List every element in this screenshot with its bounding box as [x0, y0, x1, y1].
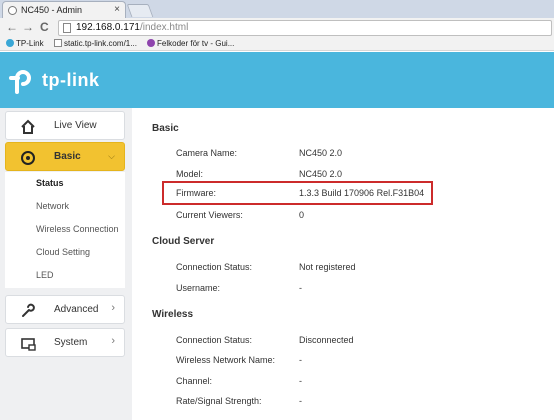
current-viewers-label: Current Viewers:: [176, 210, 243, 220]
current-viewers-value: 0: [299, 210, 305, 220]
sidebar-item-label: Advanced: [54, 304, 99, 315]
section-title-cloud-server: Cloud Server: [152, 236, 215, 247]
browser-tab[interactable]: NC450 - Admin ×: [2, 1, 126, 18]
camera-icon: [21, 151, 35, 165]
cloud-connection-status-value: Not registered: [299, 262, 356, 272]
brand-name: tp-link: [42, 70, 100, 90]
back-icon[interactable]: ←: [6, 20, 18, 34]
tplink-logo-icon: [6, 39, 14, 47]
bookmark-site-icon: [147, 39, 155, 47]
section-title-basic: Basic: [152, 123, 179, 134]
submenu-item-cloud-setting[interactable]: Cloud Setting: [36, 247, 90, 257]
url-text: 192.168.0.171/index.html: [76, 21, 188, 35]
page-icon: [54, 39, 62, 47]
username-label: Username:: [176, 283, 221, 293]
channel-value: -: [299, 376, 302, 386]
sidebar-item-label: Live View: [54, 120, 97, 131]
browser-tab-bar: NC450 - Admin ×: [0, 0, 554, 18]
status-panel: Basic Camera Name: NC450 2.0 Model: NC45…: [132, 108, 554, 420]
tplink-logo-icon: [9, 70, 31, 94]
firmware-value: 1.3.3 Build 170906 Rel.F31B04: [299, 188, 425, 198]
sidebar-item-basic[interactable]: Basic ⌵: [5, 142, 125, 171]
submenu-item-led[interactable]: LED: [36, 270, 54, 280]
sidebar-item-advanced[interactable]: Advanced ›: [5, 295, 125, 324]
model-value: NC450 2.0: [299, 169, 343, 179]
section-title-wireless: Wireless: [152, 309, 194, 320]
chevron-down-icon: ⌵: [108, 151, 115, 161]
sidebar-item-system[interactable]: System ›: [5, 328, 125, 357]
wrench-icon: [22, 303, 35, 317]
sidebar-item-live-view[interactable]: Live View: [5, 111, 125, 140]
rate-signal-strength-label: Rate/Signal Strength:: [176, 396, 262, 406]
address-bar[interactable]: 192.168.0.171/index.html: [58, 20, 552, 36]
camera-name-label: Camera Name:: [176, 148, 238, 158]
url-host: 192.168.0.171: [76, 22, 140, 33]
bookmark-felkoder[interactable]: Felkoder för tv - Gui...: [147, 39, 234, 48]
wireless-connection-status-value: Disconnected: [299, 335, 354, 345]
tab-title: NC450 - Admin: [21, 5, 83, 15]
system-icon: [21, 338, 36, 351]
wireless-connection-status-label: Connection Status:: [176, 335, 253, 345]
wireless-network-name-value: -: [299, 355, 302, 365]
channel-label: Channel:: [176, 376, 213, 386]
bookmark-label: Felkoder för tv - Gui...: [157, 39, 235, 48]
url-path: /index.html: [139, 22, 189, 33]
new-tab-button[interactable]: [126, 4, 154, 17]
username-value: -: [299, 283, 302, 293]
chevron-right-icon: ›: [111, 302, 115, 314]
camera-name-value: NC450 2.0: [299, 148, 343, 158]
submenu-item-wireless-connection[interactable]: Wireless Connection: [36, 224, 119, 234]
tab-favicon-icon: [8, 6, 17, 15]
firmware-label: Firmware:: [176, 188, 216, 198]
sidebar-item-label: System: [54, 337, 88, 348]
rate-signal-strength-value: -: [299, 396, 302, 406]
submenu-item-status[interactable]: Status: [36, 178, 64, 188]
model-label: Model:: [176, 169, 204, 179]
reload-icon[interactable]: C: [40, 20, 49, 34]
tplink-logo[interactable]: tp-link: [8, 66, 118, 98]
tab-close-icon[interactable]: ×: [114, 4, 120, 15]
app-header: tp-link: [0, 52, 554, 108]
submenu-item-network[interactable]: Network: [36, 201, 69, 211]
bookmark-tplink[interactable]: TP-Link: [6, 39, 44, 48]
browser-toolbar: ← → C 192.168.0.171/index.html: [0, 18, 554, 38]
bookmark-label: static.tp-link.com/1...: [64, 39, 137, 48]
chevron-right-icon: ›: [111, 335, 115, 347]
basic-submenu: Status Network Wireless Connection Cloud…: [5, 172, 125, 288]
cloud-connection-status-label: Connection Status:: [176, 262, 253, 272]
bookmarks-bar: TP-Link static.tp-link.com/1... Felkoder…: [0, 38, 554, 51]
bookmark-static[interactable]: static.tp-link.com/1...: [54, 39, 137, 48]
page-icon: [63, 23, 71, 33]
sidebar-item-label: Basic: [54, 151, 81, 162]
forward-icon[interactable]: →: [22, 20, 34, 34]
wireless-network-name-label: Wireless Network Name:: [176, 355, 276, 365]
home-icon: [21, 119, 35, 134]
bookmark-label: TP-Link: [16, 39, 44, 48]
